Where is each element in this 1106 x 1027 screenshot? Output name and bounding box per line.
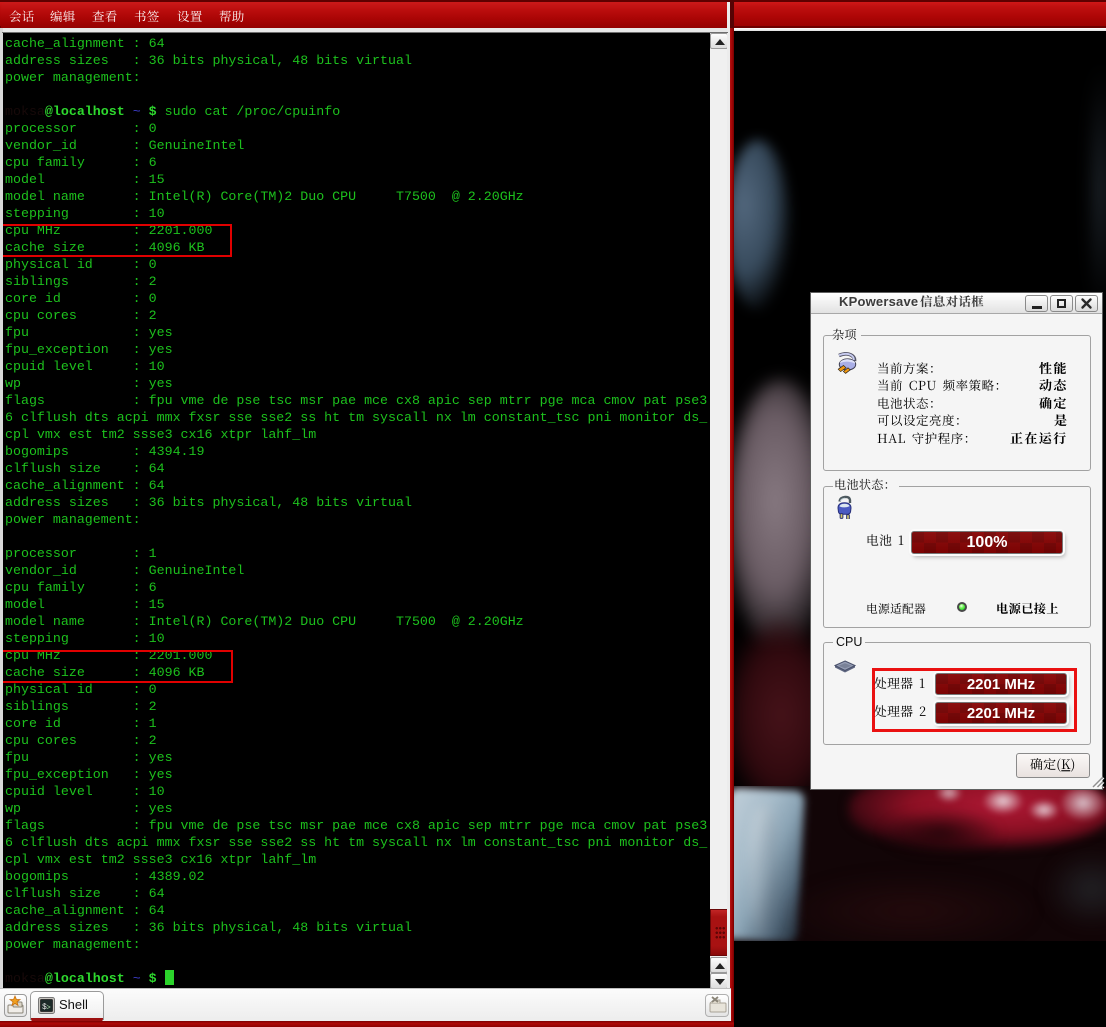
svg-text:>: > (47, 1005, 51, 1013)
